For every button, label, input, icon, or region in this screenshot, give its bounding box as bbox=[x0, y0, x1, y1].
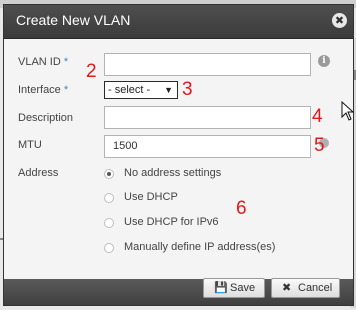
required-mark: * bbox=[63, 56, 69, 68]
annotation-number: 5 bbox=[314, 135, 325, 156]
radio-label: Use DHCP for IPv6 bbox=[124, 216, 219, 228]
info-icon[interactable]: i bbox=[318, 55, 330, 67]
address-label: Address bbox=[18, 167, 59, 179]
description-input[interactable] bbox=[104, 106, 311, 129]
radio-button[interactable] bbox=[104, 169, 114, 179]
interface-label-text: Interface bbox=[18, 84, 61, 96]
x-icon: ✖ bbox=[282, 282, 292, 294]
radio-button[interactable] bbox=[104, 218, 114, 228]
mouse-cursor-icon bbox=[341, 101, 355, 121]
radio-button[interactable] bbox=[104, 193, 114, 203]
vlan-id-label-text: VLAN ID bbox=[18, 56, 61, 68]
close-icon[interactable]: ✖ bbox=[332, 13, 347, 28]
vlan-id-label: VLAN ID * bbox=[18, 56, 68, 68]
radio-button[interactable] bbox=[104, 243, 114, 253]
create-vlan-dialog: Create New VLAN ✖ VLAN ID * i Interface … bbox=[3, 4, 354, 306]
radio-label: Manually define IP address(es) bbox=[124, 241, 276, 253]
interface-select[interactable]: - select - ▼ bbox=[104, 81, 178, 99]
save-button[interactable]: 💾 Save bbox=[203, 278, 265, 298]
mtu-label: MTU bbox=[18, 139, 42, 151]
mtu-input[interactable]: 1500 bbox=[104, 135, 311, 158]
radio-label: Use DHCP bbox=[124, 191, 178, 203]
description-label: Description bbox=[18, 112, 74, 124]
annotation-number: 4 bbox=[312, 106, 323, 127]
annotation-number: 2 bbox=[86, 61, 97, 82]
annotation-number: 3 bbox=[182, 79, 193, 100]
dialog-title: Create New VLAN bbox=[16, 12, 131, 28]
interface-label: Interface * bbox=[18, 84, 68, 96]
required-mark: * bbox=[63, 84, 69, 96]
interface-selected-value: - select - bbox=[108, 84, 151, 96]
dialog-titlebar: Create New VLAN ✖ bbox=[4, 5, 353, 39]
floppy-disk-icon: 💾 bbox=[214, 282, 228, 294]
annotation-number: 6 bbox=[236, 198, 247, 219]
cancel-button[interactable]: ✖ Cancel bbox=[271, 278, 340, 298]
radio-label: No address settings bbox=[124, 167, 222, 179]
cancel-label: Cancel bbox=[298, 282, 333, 294]
dropdown-arrow-icon: ▼ bbox=[164, 85, 173, 95]
vlan-id-input[interactable] bbox=[104, 53, 311, 76]
save-label: Save bbox=[230, 282, 256, 294]
